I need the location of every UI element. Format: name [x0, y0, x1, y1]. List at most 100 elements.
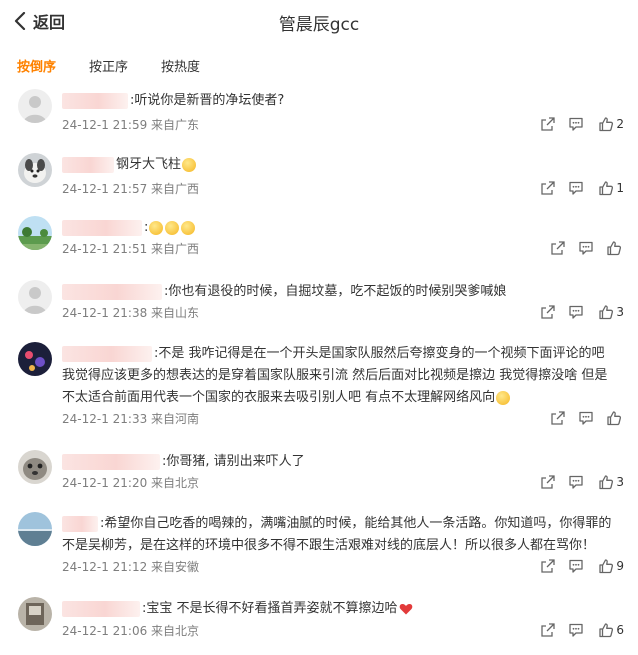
share-button[interactable] — [540, 116, 556, 134]
avatar[interactable] — [18, 450, 52, 484]
comment-body: 钢牙大飞柱 — [116, 157, 182, 172]
username-blurred[interactable] — [62, 283, 162, 300]
reply-button[interactable] — [568, 558, 584, 576]
like-count: 2 — [616, 117, 624, 131]
share-icon — [551, 411, 565, 425]
username-blurred[interactable] — [62, 92, 128, 109]
username-blurred[interactable] — [62, 345, 152, 362]
share-button[interactable] — [540, 622, 556, 640]
comment-actions: 1 — [518, 180, 638, 198]
username-blurred[interactable] — [62, 156, 114, 173]
comment-text: :你也有退役的时候，自掘坟墓，吃不起饭的时候别哭爹喊娘 — [62, 281, 620, 303]
comment-meta: 24-12-1 21:51 来自广西 — [62, 242, 200, 256]
comment-icon — [569, 305, 583, 319]
reply-button[interactable] — [568, 180, 584, 198]
emoji-icon — [149, 220, 164, 235]
like-button[interactable] — [598, 116, 614, 134]
tab-oldest[interactable]: 按正序 — [89, 56, 128, 75]
username-blurred[interactable] — [62, 219, 142, 236]
share-icon — [541, 475, 555, 489]
reply-button[interactable] — [568, 304, 584, 322]
comment-meta: 24-12-1 21:33 来自河南 — [62, 412, 200, 426]
like-count: 3 — [616, 305, 624, 319]
like-count: 6 — [616, 623, 624, 637]
share-button[interactable] — [540, 304, 556, 322]
comment-text: :宝宝 不是长得不好看搔首弄姿就不算擦边哈 — [62, 598, 620, 620]
share-icon — [541, 117, 555, 131]
comment-actions: 2 — [518, 116, 638, 134]
share-icon — [541, 559, 555, 573]
tab-newest[interactable]: 按倒序 — [17, 56, 56, 75]
comment-icon — [569, 117, 583, 131]
comment-icon — [569, 559, 583, 573]
reply-button[interactable] — [568, 116, 584, 134]
thumbs-up-icon — [599, 559, 614, 574]
comment-body: : — [144, 220, 149, 235]
share-button[interactable] — [540, 180, 556, 198]
share-button[interactable] — [550, 240, 566, 258]
avatar[interactable] — [18, 342, 52, 376]
thumbs-up-icon — [599, 181, 614, 196]
comment-actions: 9 — [518, 558, 638, 576]
avatar[interactable] — [18, 89, 52, 123]
comment-meta: 24-12-1 21:06 来自北京 — [62, 624, 200, 638]
like-button[interactable] — [606, 410, 622, 428]
reply-button[interactable] — [568, 622, 584, 640]
top-bar: 返回 管晨辰gcc — [0, 0, 638, 44]
comment-icon — [569, 623, 583, 637]
laughing-emoji-icon — [182, 157, 197, 172]
like-count: 9 — [616, 559, 624, 573]
comment-text: :希望你自己吃香的喝辣的，满嘴油腻的时候，能给其他人一条活路。你知道吗，你得罪的… — [62, 513, 620, 557]
comment-actions: 6 — [518, 622, 638, 640]
page-title: 管晨辰gcc — [278, 15, 360, 35]
like-count: 1 — [616, 181, 624, 195]
username-blurred[interactable] — [62, 453, 160, 470]
comment-icon — [569, 475, 583, 489]
comment-actions — [518, 410, 638, 428]
heart-icon — [399, 603, 412, 614]
like-count: 3 — [616, 475, 624, 489]
reply-button[interactable] — [578, 240, 594, 258]
avatar[interactable] — [18, 153, 52, 187]
comment-meta: 24-12-1 21:59 来自广东 — [62, 118, 200, 132]
sort-tabs: 按倒序 按正序 按热度 — [0, 56, 638, 78]
avatar[interactable] — [18, 597, 52, 631]
like-button[interactable] — [598, 180, 614, 198]
share-button[interactable] — [540, 558, 556, 576]
thumbs-up-icon — [599, 305, 614, 320]
comment-body: :你也有退役的时候，自掘坟墓，吃不起饭的时候别哭爹喊娘 — [164, 284, 507, 299]
avatar[interactable] — [18, 512, 52, 546]
avatar[interactable] — [18, 216, 52, 250]
avatar[interactable] — [18, 280, 52, 314]
like-button[interactable] — [598, 622, 614, 640]
like-button[interactable] — [598, 304, 614, 322]
comment-body: :希望你自己吃香的喝辣的，满嘴油腻的时候，能给其他人一条活路。你知道吗，你得罪的… — [62, 516, 612, 553]
reply-button[interactable] — [568, 474, 584, 492]
username-blurred[interactable] — [62, 600, 140, 617]
comment-actions: 3 — [518, 304, 638, 322]
like-button[interactable] — [606, 240, 622, 258]
like-button[interactable] — [598, 474, 614, 492]
comment-meta: 24-12-1 21:12 来自安徽 — [62, 560, 200, 574]
comment-body: :宝宝 不是长得不好看搔首弄姿就不算擦边哈 — [142, 601, 398, 616]
share-icon — [541, 305, 555, 319]
thumbs-up-icon — [607, 241, 622, 256]
share-button[interactable] — [540, 474, 556, 492]
emoji-icon — [181, 220, 196, 235]
username-blurred[interactable] — [62, 515, 98, 532]
comment-text: :你哥猪, 请别出来吓人了 — [62, 451, 620, 473]
comment-meta: 24-12-1 21:57 来自广西 — [62, 182, 200, 196]
comment-text: 钢牙大飞柱 — [62, 154, 620, 176]
comment-text: :听说你是新晋的净坛使者? — [62, 90, 620, 112]
thumbs-up-icon — [607, 411, 622, 426]
share-icon — [541, 181, 555, 195]
share-icon — [541, 623, 555, 637]
comment-text: : — [62, 217, 620, 239]
comment-meta: 24-12-1 21:38 来自山东 — [62, 306, 200, 320]
comment-text: :不是 我咋记得是在一个开头是国家队服然后夸擦变身的一个视频下面评论的吧 我觉得… — [62, 343, 620, 409]
share-button[interactable] — [550, 410, 566, 428]
like-button[interactable] — [598, 558, 614, 576]
emoji-icon — [496, 390, 511, 405]
reply-button[interactable] — [578, 410, 594, 428]
tab-hot[interactable]: 按热度 — [161, 56, 200, 75]
